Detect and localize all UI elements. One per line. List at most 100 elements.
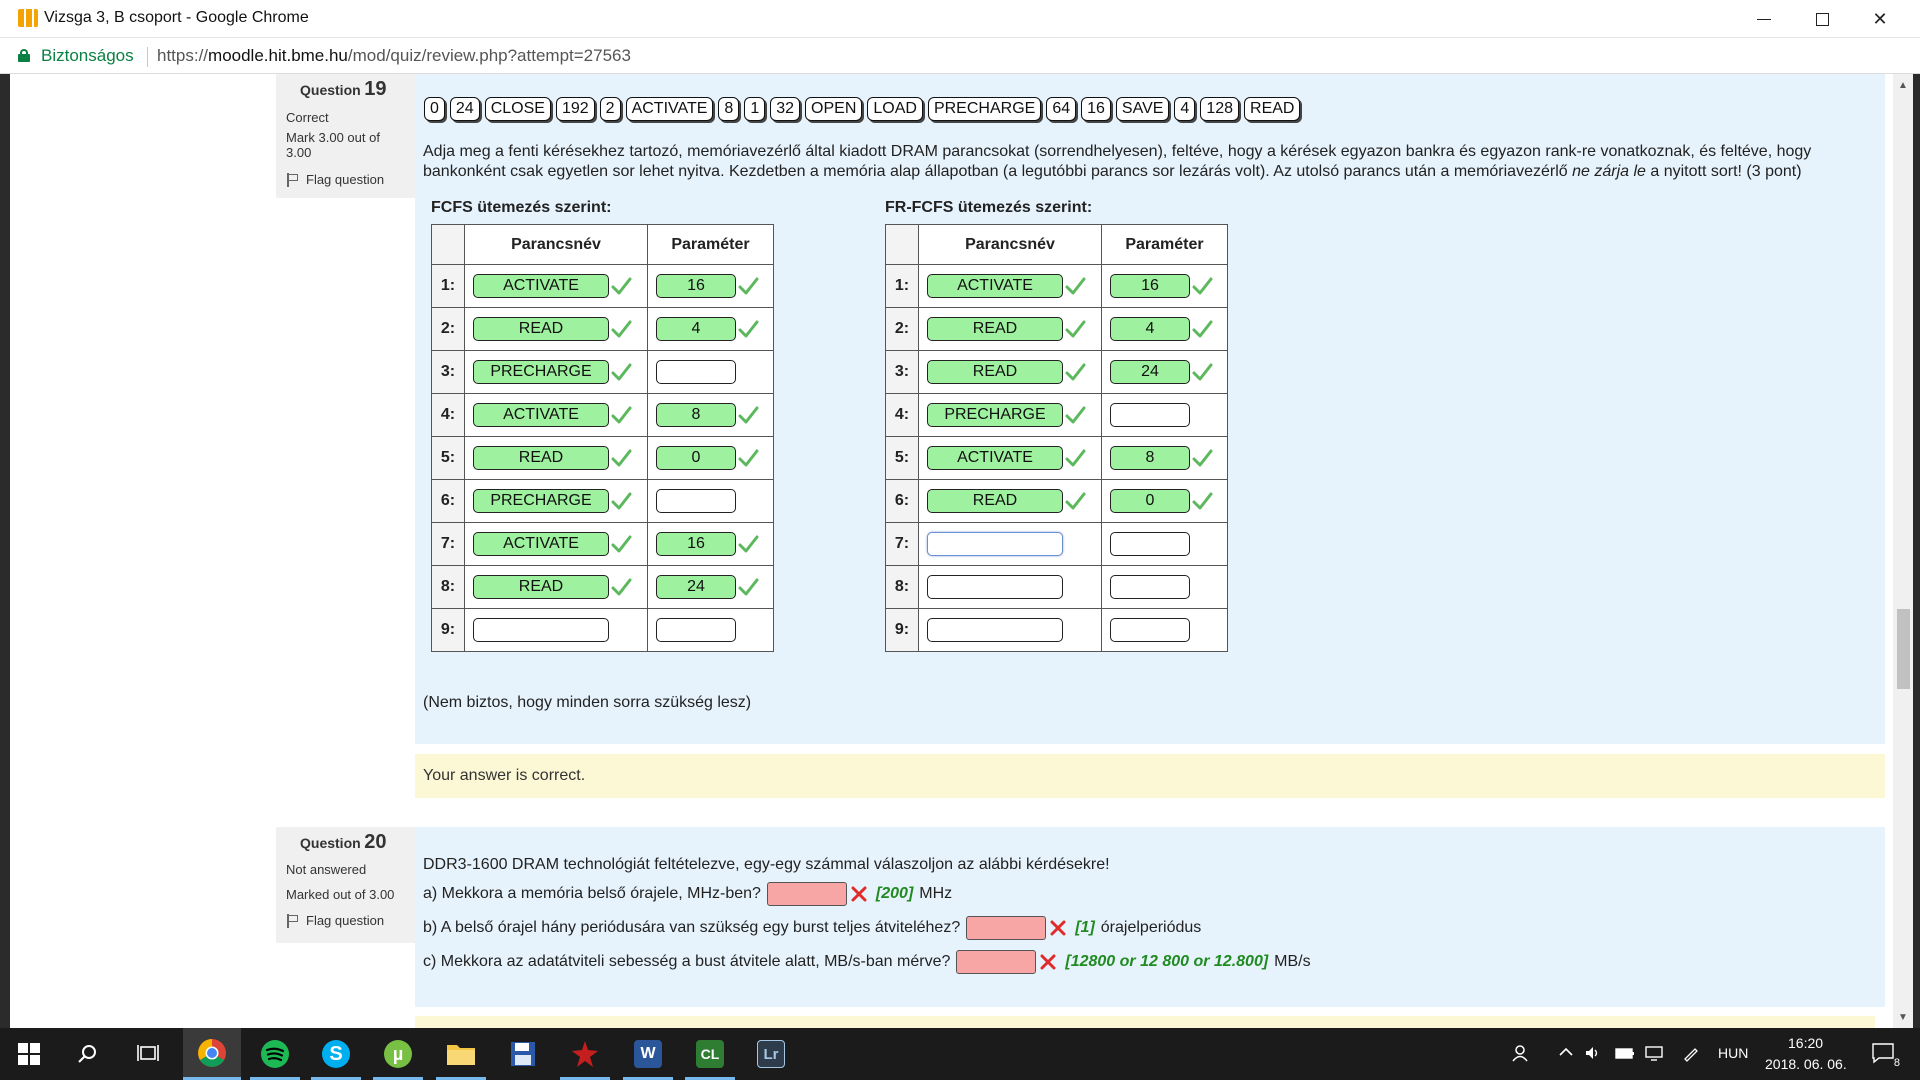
clock-date[interactable]: 2018. 06. 06.	[1765, 1056, 1847, 1072]
cross-icon	[1040, 954, 1056, 970]
scroll-down-icon[interactable]: ▼	[1893, 1008, 1913, 1026]
question-20-info: Question 20 Not answered Marked out of 3…	[276, 827, 416, 943]
command-drop-slot[interactable]	[473, 618, 609, 642]
chevron-up-icon[interactable]	[1557, 1044, 1575, 1062]
parameter-drop-slot[interactable]: 8	[1110, 446, 1190, 470]
taskbar-spotify[interactable]	[246, 1028, 304, 1080]
taskbar-game[interactable]	[556, 1028, 614, 1080]
command-drop-slot[interactable]: ACTIVATE	[473, 274, 609, 298]
drag-item[interactable]: 16	[1081, 97, 1111, 121]
parameter-drop-slot[interactable]: 0	[1110, 489, 1190, 513]
parameter-drop-slot[interactable]	[656, 618, 736, 642]
command-drop-slot[interactable]	[927, 575, 1063, 599]
parameter-drop-slot[interactable]	[656, 489, 736, 513]
command-drop-slot[interactable]: READ	[927, 489, 1063, 513]
people-icon[interactable]	[1512, 1044, 1530, 1062]
parameter-drop-slot[interactable]: 16	[656, 532, 736, 556]
flag-question-link[interactable]: Flag question	[286, 913, 384, 928]
scroll-thumb[interactable]	[1897, 609, 1910, 689]
scroll-up-icon[interactable]: ▲	[1893, 76, 1913, 94]
command-drop-slot[interactable]: READ	[473, 446, 609, 470]
parameter-drop-slot[interactable]: 0	[656, 446, 736, 470]
taskbar-file-explorer[interactable]	[432, 1028, 490, 1080]
drag-item[interactable]: ACTIVATE	[625, 97, 714, 121]
drag-item[interactable]: READ	[1244, 97, 1301, 121]
taskbar-lightroom[interactable]: Lr	[742, 1028, 800, 1080]
clock-time[interactable]: 16:20	[1788, 1035, 1823, 1051]
search-button[interactable]	[58, 1028, 116, 1080]
drag-item[interactable]: 24	[449, 97, 480, 121]
q20-a-input[interactable]	[766, 882, 847, 906]
command-drop-slot[interactable]: PRECHARGE	[473, 489, 609, 513]
parameter-drop-slot[interactable]: 24	[656, 575, 736, 599]
command-drop-slot[interactable]	[927, 618, 1063, 642]
command-drop-slot[interactable]: PRECHARGE	[927, 403, 1063, 427]
parameter-drop-slot[interactable]: 16	[656, 274, 736, 298]
drag-item[interactable]: 2	[599, 97, 621, 121]
corner-cell	[885, 224, 919, 265]
drag-item[interactable]: 0	[424, 97, 445, 121]
drag-item[interactable]: 4	[1174, 97, 1196, 121]
notifications-icon[interactable]: 8	[1870, 1042, 1900, 1070]
maximize-button[interactable]	[1793, 0, 1851, 38]
secure-label[interactable]: Biztonságos	[41, 46, 134, 66]
taskbar-word[interactable]: W	[619, 1028, 677, 1080]
parameter-drop-slot[interactable]	[656, 360, 736, 384]
parameter-drop-slot[interactable]	[1110, 575, 1190, 599]
language-indicator[interactable]: HUN	[1718, 1045, 1748, 1061]
start-button[interactable]	[0, 1028, 58, 1080]
parameter-drop-slot[interactable]: 8	[656, 403, 736, 427]
taskbar-utorrent[interactable]: µ	[369, 1028, 427, 1080]
vertical-scrollbar[interactable]: ▲ ▼	[1893, 74, 1913, 1028]
command-drop-slot[interactable]: ACTIVATE	[927, 274, 1063, 298]
battery-icon[interactable]	[1615, 1044, 1634, 1062]
drag-item[interactable]: PRECHARGE	[927, 97, 1042, 121]
network-icon[interactable]	[1644, 1044, 1663, 1062]
parameter-drop-slot[interactable]	[1110, 403, 1190, 427]
q20-b-input[interactable]	[966, 916, 1047, 940]
drag-item[interactable]: 1	[744, 97, 766, 121]
command-drop-slot[interactable]: READ	[927, 317, 1063, 341]
parameter-drop-slot[interactable]: 16	[1110, 274, 1190, 298]
command-drop-slot[interactable]	[927, 532, 1063, 556]
command-drop-slot[interactable]: READ	[473, 317, 609, 341]
row-number: 5:	[431, 436, 465, 480]
command-drop-slot[interactable]: READ	[473, 575, 609, 599]
command-drop-slot[interactable]: ACTIVATE	[473, 532, 609, 556]
command-drop-slot[interactable]: ACTIVATE	[927, 446, 1063, 470]
parameter-drop-slot[interactable]	[1110, 618, 1190, 642]
taskbar-skype[interactable]: S	[307, 1028, 365, 1080]
url-text[interactable]: https://moodle.hit.bme.hu/mod/quiz/revie…	[157, 46, 631, 66]
drag-item[interactable]: OPEN	[805, 97, 863, 121]
taskbar-cl-app[interactable]: CL	[681, 1028, 739, 1080]
parameter-drop-slot[interactable]: 24	[1110, 360, 1190, 384]
command-drop-slot[interactable]: ACTIVATE	[473, 403, 609, 427]
next-feedback-panel	[415, 1016, 1875, 1028]
command-drop-slot[interactable]: READ	[927, 360, 1063, 384]
drag-item[interactable]: 128	[1200, 97, 1240, 121]
task-view-button[interactable]	[119, 1028, 177, 1080]
drag-item[interactable]: SAVE	[1115, 97, 1170, 121]
close-button[interactable]: ✕	[1851, 0, 1909, 38]
drag-item[interactable]: 32	[770, 97, 801, 121]
pen-icon[interactable]	[1682, 1044, 1700, 1062]
flag-question-link[interactable]: Flag question	[286, 172, 384, 187]
drag-item[interactable]: 192	[555, 97, 595, 121]
command-drop-slot[interactable]: PRECHARGE	[473, 360, 609, 384]
drag-item[interactable]: CLOSE	[484, 97, 551, 121]
parameter-drop-slot[interactable]: 4	[656, 317, 736, 341]
taskbar-chrome[interactable]	[183, 1028, 241, 1080]
drag-item[interactable]: 8	[718, 97, 740, 121]
notification-count: 8	[1893, 1057, 1900, 1070]
parameter-drop-slot[interactable]	[1110, 532, 1190, 556]
volume-icon[interactable]	[1584, 1044, 1602, 1062]
check-icon	[737, 576, 759, 598]
minimize-button[interactable]	[1735, 0, 1793, 38]
parameter-drop-slot[interactable]: 4	[1110, 317, 1190, 341]
q20-c-input[interactable]	[956, 950, 1037, 974]
taskbar-save-app[interactable]	[494, 1028, 552, 1080]
address-bar[interactable]: Biztonságos https://moodle.hit.bme.hu/mo…	[0, 38, 1920, 74]
drag-item[interactable]: LOAD	[867, 97, 923, 121]
drag-item[interactable]: 64	[1046, 97, 1077, 121]
column-header-command: Parancsnév	[464, 224, 648, 265]
